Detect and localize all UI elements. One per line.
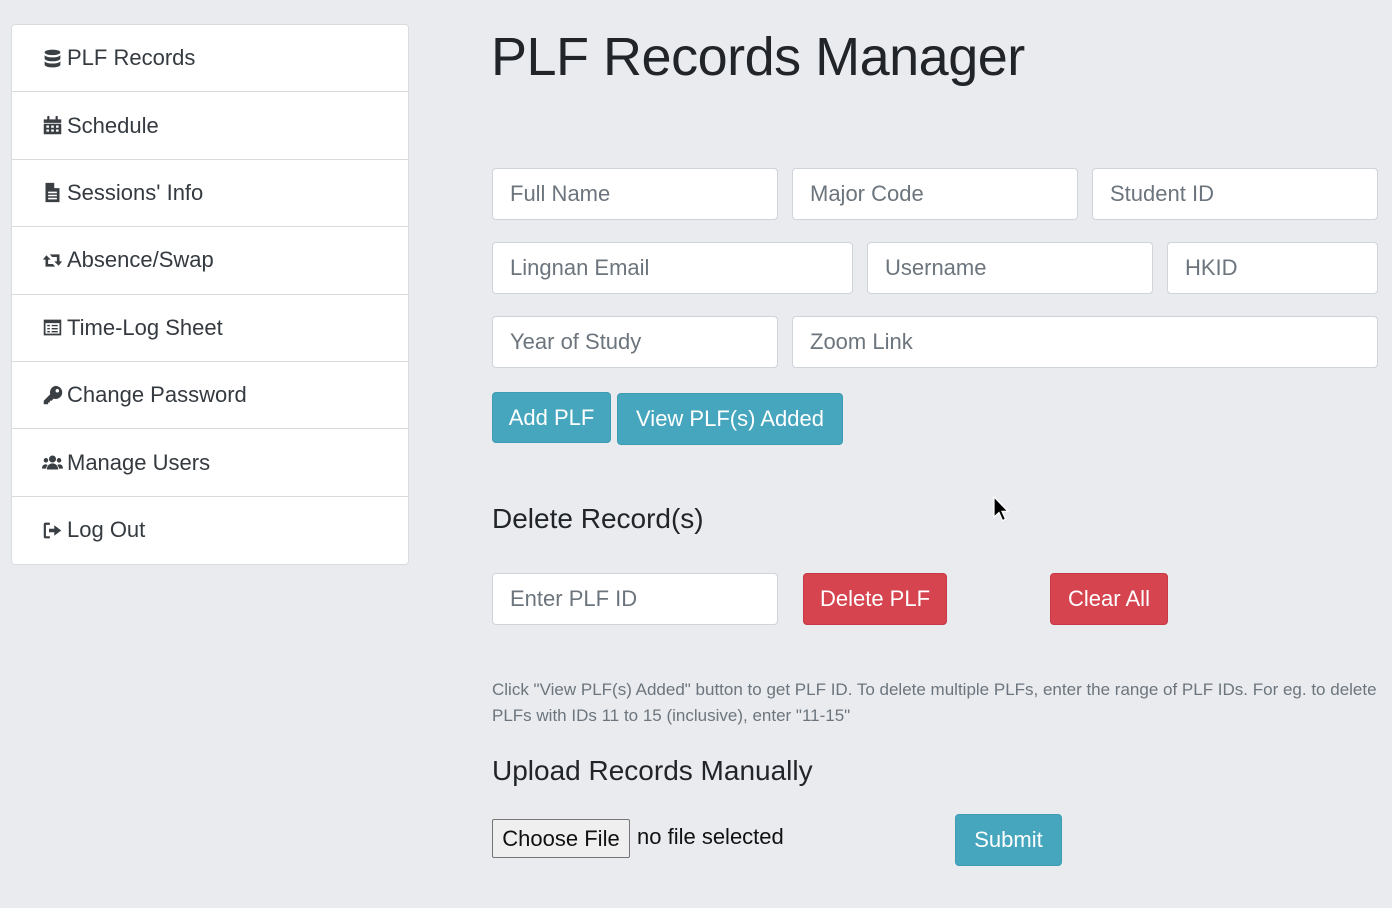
key-icon bbox=[40, 383, 64, 407]
sidebar-item-schedule[interactable]: Schedule bbox=[12, 92, 408, 160]
lingnan-email-input[interactable] bbox=[492, 242, 853, 294]
sidebar-item-label: PLF Records bbox=[67, 45, 196, 71]
database-icon bbox=[40, 46, 64, 70]
view-plfs-added-button[interactable]: View PLF(s) Added bbox=[617, 393, 843, 445]
sidebar-item-label: Sessions' Info bbox=[67, 179, 204, 205]
clear-all-button[interactable]: Clear All bbox=[1050, 573, 1168, 625]
plf-id-input[interactable] bbox=[492, 573, 778, 625]
delete-records-heading: Delete Record(s) bbox=[492, 503, 704, 534]
sidebar-item-time-log-sheet[interactable]: Time-Log Sheet bbox=[12, 295, 408, 362]
sidebar-item-log-out[interactable]: Log Out bbox=[12, 497, 408, 564]
users-icon bbox=[40, 451, 64, 475]
mouse-cursor-icon bbox=[993, 496, 1009, 522]
file-text-icon bbox=[40, 181, 64, 205]
sidebar-item-label: Manage Users bbox=[67, 449, 211, 475]
sidebar-item-label: Time-Log Sheet bbox=[67, 314, 223, 340]
delete-plf-button[interactable]: Delete PLF bbox=[803, 573, 947, 625]
sidebar-item-label: Schedule bbox=[67, 112, 159, 138]
timesheet-icon bbox=[40, 316, 64, 340]
username-input[interactable] bbox=[867, 242, 1153, 294]
sidebar-nav: PLF Records Schedule Sessions' Info Abse… bbox=[11, 24, 409, 566]
full-name-input[interactable] bbox=[492, 168, 778, 220]
upload-records-heading: Upload Records Manually bbox=[492, 755, 813, 786]
page-title: PLF Records Manager bbox=[491, 27, 1025, 87]
sidebar-item-label: Change Password bbox=[67, 382, 247, 408]
hkid-input[interactable] bbox=[1167, 242, 1378, 294]
sidebar-item-plf-records[interactable]: PLF Records bbox=[12, 25, 408, 93]
sidebar-item-sessions-info[interactable]: Sessions' Info bbox=[12, 160, 408, 228]
sidebar-item-change-password[interactable]: Change Password bbox=[12, 362, 408, 430]
sign-out-icon bbox=[40, 518, 64, 542]
delete-help-text: Click "View PLF(s) Added" button to get … bbox=[492, 680, 1377, 725]
retweet-icon bbox=[40, 248, 64, 272]
zoom-link-input[interactable] bbox=[792, 316, 1378, 368]
file-status-text: no file selected bbox=[637, 824, 784, 849]
student-id-input[interactable] bbox=[1092, 168, 1378, 220]
choose-file-button[interactable]: Choose File bbox=[492, 819, 630, 858]
sidebar-item-label: Log Out bbox=[67, 517, 146, 543]
calendar-icon bbox=[40, 114, 64, 138]
major-code-input[interactable] bbox=[792, 168, 1078, 220]
submit-button[interactable]: Submit bbox=[955, 814, 1062, 866]
add-plf-button[interactable]: Add PLF bbox=[492, 392, 611, 443]
sidebar-item-label: Absence/Swap bbox=[67, 247, 214, 273]
year-of-study-input[interactable] bbox=[492, 316, 778, 368]
sidebar-item-manage-users[interactable]: Manage Users bbox=[12, 429, 408, 497]
sidebar-item-absence-swap[interactable]: Absence/Swap bbox=[12, 227, 408, 295]
